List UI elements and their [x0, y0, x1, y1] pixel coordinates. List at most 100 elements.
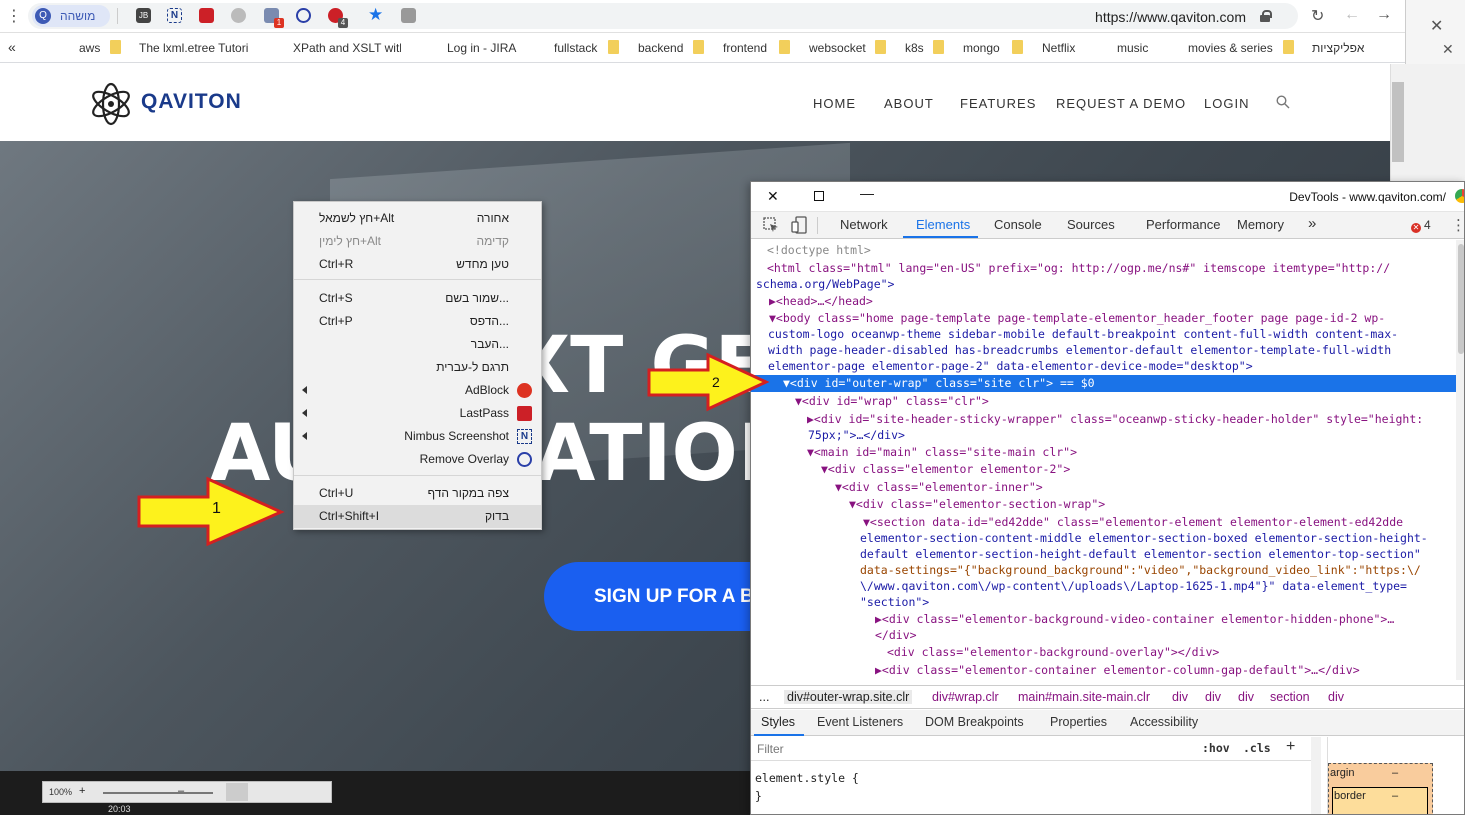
breadcrumb-item[interactable]: div — [1238, 690, 1254, 704]
menu-item-save-as[interactable]: שמור בשם... Ctrl+S — [294, 287, 541, 310]
dom-scrollbar-thumb[interactable] — [1458, 244, 1464, 354]
profile-chip[interactable]: Q מושהה — [32, 5, 110, 27]
menu-item-remove-overlay[interactable]: Remove Overlay — [294, 448, 541, 471]
dom-line[interactable]: ▼<div id="wrap" class="clr"> — [795, 393, 1456, 410]
dom-line[interactable]: ▼<div class="elementor-section-wrap"> — [849, 496, 1456, 513]
bookmark-k8s[interactable]: k8s — [905, 41, 924, 55]
breadcrumb-item[interactable]: div — [1172, 690, 1188, 704]
site-logo-text[interactable]: QAVITON — [141, 90, 242, 114]
close-icon[interactable]: ✕ — [767, 188, 779, 205]
url-text[interactable]: https://www.qaviton.com — [1095, 9, 1246, 25]
dom-tree[interactable]: <!doctype html> <html class="html" lang=… — [751, 240, 1456, 680]
dom-line[interactable]: <html class="html" lang="en-US" prefix="… — [767, 260, 1456, 277]
page-scrollbar-thumb[interactable] — [1392, 82, 1404, 162]
dom-line[interactable]: ▼<body class="home page-template page-te… — [769, 310, 1456, 327]
bookmark-jira[interactable]: Log in - JIRA — [447, 41, 516, 55]
bookmark-apps[interactable]: אפליקציות — [1312, 41, 1364, 55]
bookmark-netflix[interactable]: Netflix — [1042, 41, 1075, 55]
maximize-icon[interactable] — [814, 191, 824, 201]
bookmark-frontend[interactable]: frontend — [723, 41, 767, 55]
zoom-out-icon[interactable]: – — [178, 785, 184, 797]
remove-overlay-extension-icon[interactable] — [296, 8, 311, 23]
bookmark-aws[interactable]: aws — [79, 41, 100, 55]
lock-icon[interactable] — [1260, 10, 1272, 22]
dom-scrollbar[interactable] — [1456, 240, 1464, 680]
reload-icon[interactable]: ↻ — [1311, 6, 1324, 26]
menu-item-translate[interactable]: תרגם ל-עברית — [294, 356, 541, 379]
dom-line[interactable]: ▶<div id="site-header-sticky-wrapper" cl… — [807, 411, 1456, 428]
styles-filter-input[interactable] — [757, 741, 1177, 757]
dom-line[interactable]: <!doctype html> — [767, 242, 1456, 259]
tab-sources[interactable]: Sources — [1067, 217, 1115, 232]
dom-line[interactable]: ▼<section data-id="ed42dde" class="eleme… — [863, 514, 1456, 531]
tab-event-listeners[interactable]: Event Listeners — [817, 715, 903, 729]
menu-item-reload[interactable]: טען מחדש Ctrl+R — [294, 253, 541, 276]
tab-console[interactable]: Console — [994, 217, 1042, 232]
dom-line[interactable]: "section"> — [860, 594, 1456, 611]
dom-line-selected[interactable]: ▼<div id="outer-wrap" class="site clr"> … — [751, 375, 1456, 392]
close-icon[interactable]: ✕ — [1442, 41, 1454, 58]
breadcrumb-item[interactable]: div#outer-wrap.site.clr — [784, 690, 913, 704]
inspect-element-icon[interactable] — [763, 217, 779, 233]
dom-line[interactable]: elementor-page elementor-page-2" data-el… — [768, 358, 1456, 375]
dom-line[interactable]: \/www.qaviton.com\/wp-content\/uploads\/… — [860, 578, 1456, 595]
dom-line[interactable]: width page-header-disabled has-breadcrum… — [768, 342, 1456, 359]
menu-item-back[interactable]: אחורה חץ לשמאל+Alt — [294, 207, 541, 230]
address-bar[interactable]: https://www.qaviton.com — [28, 3, 1298, 29]
breadcrumb-item[interactable]: section — [1270, 690, 1310, 704]
jetbrains-extension-icon[interactable]: JB — [136, 8, 151, 23]
new-style-rule-icon[interactable]: + — [1286, 738, 1295, 756]
browser-menu-icon[interactable]: ⋮ — [6, 6, 22, 26]
menu-item-adblock[interactable]: AdBlock — [294, 379, 541, 402]
dom-line[interactable]: default elementor-section-height-default… — [860, 546, 1456, 563]
dom-line[interactable]: custom-logo oceanwp-theme sidebar-mobile… — [768, 326, 1456, 343]
dom-line[interactable]: ▼<div class="elementor-inner"> — [835, 479, 1456, 496]
dom-line[interactable]: 75px;">…</div> — [808, 427, 1456, 444]
tab-dom-breakpoints[interactable]: DOM Breakpoints — [925, 715, 1024, 729]
menu-item-forward[interactable]: קדימה חץ לימין+Alt — [294, 230, 541, 253]
menu-item-lastpass[interactable]: LastPass — [294, 402, 541, 425]
error-counter[interactable]: ✕ 4 — [1411, 218, 1431, 233]
bookmark-websocket[interactable]: websocket — [809, 41, 866, 55]
breadcrumb-overflow[interactable]: ... — [759, 690, 769, 704]
menu-item-inspect[interactable]: בדוק Ctrl+Shift+I — [294, 505, 541, 528]
tab-properties[interactable]: Properties — [1050, 715, 1107, 729]
tab-elements[interactable]: Elements — [916, 217, 970, 232]
qaviton-logo-icon[interactable] — [88, 82, 134, 126]
bookmark-xpath[interactable]: XPath and XSLT with — [293, 41, 401, 55]
translate-icon[interactable] — [401, 8, 416, 23]
forward-icon[interactable]: ← — [1344, 6, 1360, 24]
dom-line[interactable]: ▼<main id="main" class="site-main clr"> — [807, 444, 1456, 461]
menu-item-view-source[interactable]: צפה במקור הדף Ctrl+U — [294, 482, 541, 505]
view-mode-button[interactable] — [226, 783, 248, 801]
tab-memory[interactable]: Memory — [1237, 217, 1284, 232]
bookmark-movies[interactable]: movies & series — [1188, 41, 1273, 55]
hov-toggle[interactable]: :hov — [1202, 741, 1230, 755]
tab-accessibility[interactable]: Accessibility — [1130, 715, 1198, 729]
tab-network[interactable]: Network — [840, 217, 888, 232]
bookmark-mongo[interactable]: mongo — [963, 41, 1000, 55]
breadcrumb-item[interactable]: div — [1205, 690, 1221, 704]
dom-line[interactable]: elementor-section-content-middle element… — [860, 530, 1456, 547]
dom-line[interactable]: data-settings="{"background_background":… — [860, 562, 1456, 579]
bookmarks-overflow[interactable]: « — [8, 39, 16, 55]
nav-features[interactable]: FEATURES — [960, 96, 1036, 111]
element-style-rule[interactable]: element.style { } — [755, 769, 859, 805]
close-icon[interactable]: ✕ — [1430, 16, 1443, 36]
nav-request-demo[interactable]: REQUEST A DEMO — [1056, 96, 1186, 111]
tab-styles[interactable]: Styles — [761, 715, 795, 729]
zoom-slider[interactable] — [103, 792, 213, 794]
bookmark-music[interactable]: music — [1117, 41, 1148, 55]
nav-home[interactable]: HOME — [813, 96, 856, 111]
breadcrumb-item[interactable]: div#wrap.clr — [932, 690, 999, 704]
styles-scrollbar[interactable] — [1311, 737, 1321, 814]
dom-line[interactable]: </div> — [875, 627, 1456, 644]
back-icon[interactable]: → — [1376, 6, 1392, 24]
tab-performance[interactable]: Performance — [1146, 217, 1220, 232]
bookmark-fullstack[interactable]: fullstack — [554, 41, 597, 55]
dom-line[interactable]: schema.org/WebPage"> — [756, 276, 1456, 293]
devtools-menu-icon[interactable]: ⋮ — [1451, 216, 1464, 234]
dom-line[interactable]: <div class="elementor-background-overlay… — [887, 644, 1456, 661]
dom-line[interactable]: ▶<head>…</head> — [769, 293, 1456, 310]
cls-toggle[interactable]: .cls — [1243, 741, 1271, 755]
